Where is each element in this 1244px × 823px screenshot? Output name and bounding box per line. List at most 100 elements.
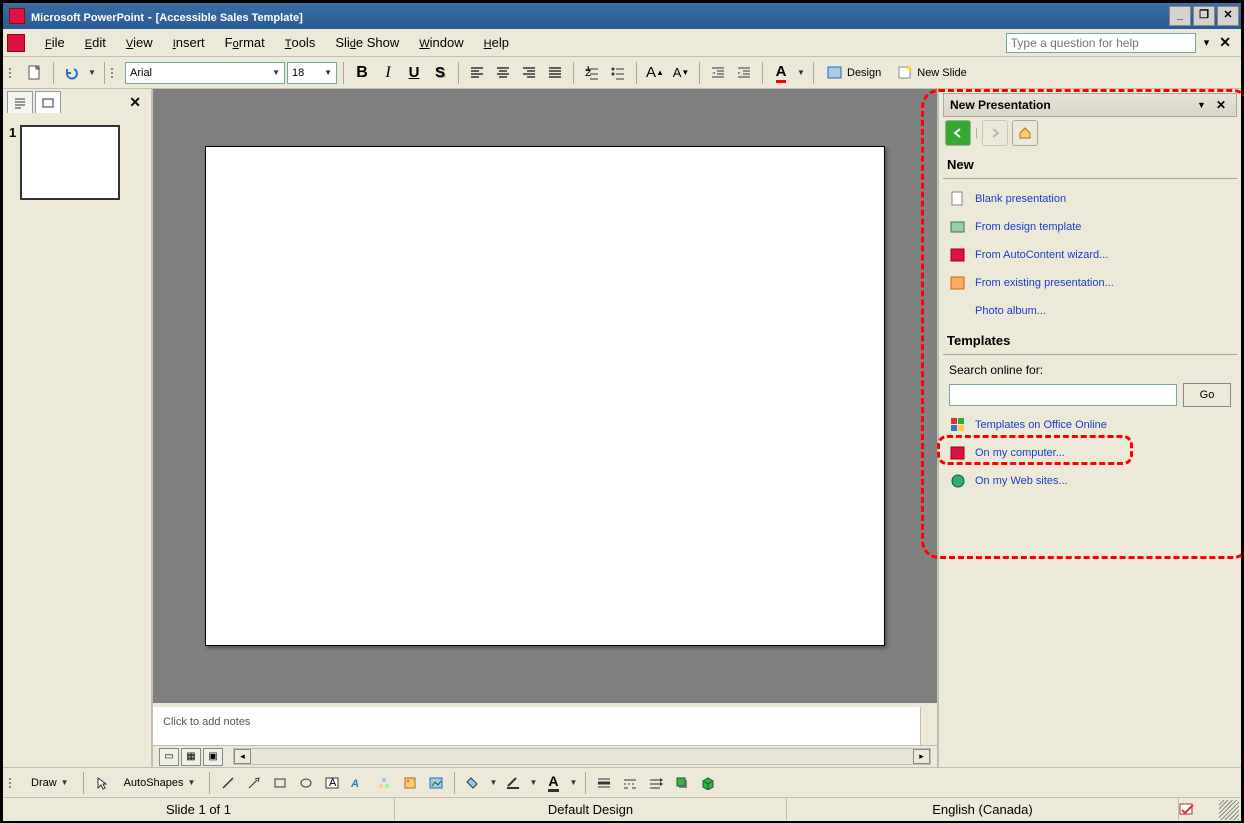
status-spellcheck-icon[interactable] (1179, 802, 1219, 818)
taskpane-menu-dropdown[interactable]: ▼ (1191, 100, 1212, 110)
slide-thumbnail-1[interactable] (20, 125, 120, 200)
font-color-button[interactable]: A (769, 61, 793, 85)
nav-home-button[interactable] (1012, 120, 1038, 146)
undo-dropdown[interactable]: ▼ (86, 61, 98, 85)
diagram-button[interactable] (372, 771, 396, 795)
clipart-button[interactable] (398, 771, 422, 795)
menu-edit[interactable]: Edit (75, 31, 116, 54)
new-slide-button[interactable]: New Slide (890, 61, 974, 85)
undo-button[interactable] (60, 61, 84, 85)
shadow-button[interactable]: S (428, 61, 452, 85)
underline-button[interactable]: U (402, 61, 426, 85)
new-doc-button[interactable] (23, 61, 47, 85)
link-from-design-template[interactable]: From design template (943, 213, 1237, 241)
fill-color-button[interactable] (461, 771, 485, 795)
scroll-left-button[interactable]: ◂ (234, 749, 251, 764)
oval-tool-button[interactable] (294, 771, 318, 795)
align-right-button[interactable] (517, 61, 541, 85)
rectangle-tool-button[interactable] (268, 771, 292, 795)
scroll-right-button[interactable]: ▸ (913, 749, 930, 764)
nav-back-button[interactable] (945, 120, 971, 146)
insert-picture-button[interactable] (424, 771, 448, 795)
status-language[interactable]: English (Canada) (787, 798, 1179, 821)
select-objects-button[interactable] (90, 771, 114, 795)
close-button[interactable]: ✕ (1217, 6, 1239, 26)
line-color-dropdown[interactable]: ▼ (527, 771, 539, 795)
bullets-button[interactable] (606, 61, 630, 85)
fill-color-dropdown[interactable]: ▼ (487, 771, 499, 795)
textbox-tool-button[interactable]: A (320, 771, 344, 795)
doc-close-button[interactable]: ✕ (1213, 34, 1237, 51)
dash-style-button[interactable] (618, 771, 642, 795)
normal-view-button[interactable]: ▭ (159, 748, 179, 766)
svg-text:A: A (329, 777, 337, 789)
align-center-button[interactable] (491, 61, 515, 85)
bold-button[interactable]: B (350, 61, 374, 85)
resize-grip[interactable] (1219, 800, 1239, 820)
font-name-combo[interactable]: Arial▼ (125, 62, 285, 84)
align-justify-button[interactable] (543, 61, 567, 85)
link-from-existing[interactable]: From existing presentation... (943, 269, 1237, 297)
decrease-indent-button[interactable] (706, 61, 730, 85)
restore-button[interactable]: ❐ (1193, 6, 1215, 26)
line-color-button[interactable] (501, 771, 525, 795)
slide-canvas[interactable] (153, 89, 937, 703)
toolbar-grip[interactable] (9, 68, 17, 78)
menu-file[interactable]: File (35, 31, 75, 54)
align-left-button[interactable] (465, 61, 489, 85)
menu-tools[interactable]: Tools (275, 31, 326, 54)
wordart-button[interactable]: A (346, 771, 370, 795)
menu-view[interactable]: View (116, 31, 163, 54)
line-style-button[interactable] (592, 771, 616, 795)
italic-button[interactable]: I (376, 61, 400, 85)
horizontal-scrollbar[interactable]: ◂ ▸ (233, 748, 931, 765)
menu-help[interactable]: Help (474, 31, 519, 54)
autoshapes-button[interactable]: AutoShapes ▼ (116, 771, 204, 795)
slideshow-view-button[interactable]: ▣ (203, 748, 223, 766)
shadow-style-button[interactable] (670, 771, 694, 795)
link-photo-album[interactable]: Photo album... (943, 297, 1237, 325)
view-buttons-bar: ▭ ▦ ▣ ◂ ▸ (153, 745, 937, 767)
decrease-font-button[interactable]: A▼ (669, 61, 693, 85)
menu-slideshow[interactable]: Slide Show (325, 31, 409, 54)
help-search-input[interactable] (1006, 33, 1196, 53)
font-color-dropdown[interactable]: ▼ (795, 61, 807, 85)
link-on-my-computer[interactable]: On my computer... (943, 439, 1237, 467)
search-go-button[interactable]: Go (1183, 383, 1231, 407)
link-templates-office-online[interactable]: Templates on Office Online (943, 411, 1237, 439)
help-dropdown[interactable]: ▾ (1200, 36, 1214, 49)
line-tool-button[interactable] (216, 771, 240, 795)
notes-pane[interactable]: Click to add notes (153, 703, 937, 745)
arrow-tool-button[interactable] (242, 771, 266, 795)
minimize-button[interactable]: _ (1169, 6, 1191, 26)
font-size-combo[interactable]: 18▼ (287, 62, 337, 84)
link-on-my-web-sites[interactable]: On my Web sites... (943, 467, 1237, 495)
numbering-button[interactable]: 12 (580, 61, 604, 85)
thumbnails-close-button[interactable]: ✕ (123, 92, 147, 113)
draw-menu-button[interactable]: Draw ▼ (23, 771, 77, 795)
nav-forward-button[interactable] (982, 120, 1008, 146)
increase-font-button[interactable]: A▲ (643, 61, 667, 85)
drawbar-grip[interactable] (9, 778, 17, 788)
menu-format[interactable]: Format (215, 31, 275, 54)
text-color-dropdown[interactable]: ▼ (567, 771, 579, 795)
taskpane-nav: | (943, 117, 1237, 149)
toolbar-grip-2[interactable] (111, 68, 119, 78)
notes-scrollbar[interactable] (920, 707, 937, 745)
increase-indent-button[interactable] (732, 61, 756, 85)
slide-sorter-button[interactable]: ▦ (181, 748, 201, 766)
text-color-button[interactable]: A (541, 771, 565, 795)
menu-insert[interactable]: Insert (163, 31, 215, 54)
outline-tab[interactable] (7, 91, 33, 113)
design-button[interactable]: Design (820, 61, 888, 85)
app-icon (9, 8, 25, 24)
arrow-style-button[interactable] (644, 771, 668, 795)
template-search-input[interactable] (949, 384, 1177, 406)
menu-window[interactable]: Window (409, 31, 473, 54)
link-autocontent-wizard[interactable]: From AutoContent wizard... (943, 241, 1237, 269)
slide[interactable] (205, 146, 885, 646)
link-blank-presentation[interactable]: Blank presentation (943, 185, 1237, 213)
taskpane-close-button[interactable]: ✕ (1212, 98, 1230, 112)
slides-tab[interactable] (35, 91, 61, 113)
3d-style-button[interactable] (696, 771, 720, 795)
